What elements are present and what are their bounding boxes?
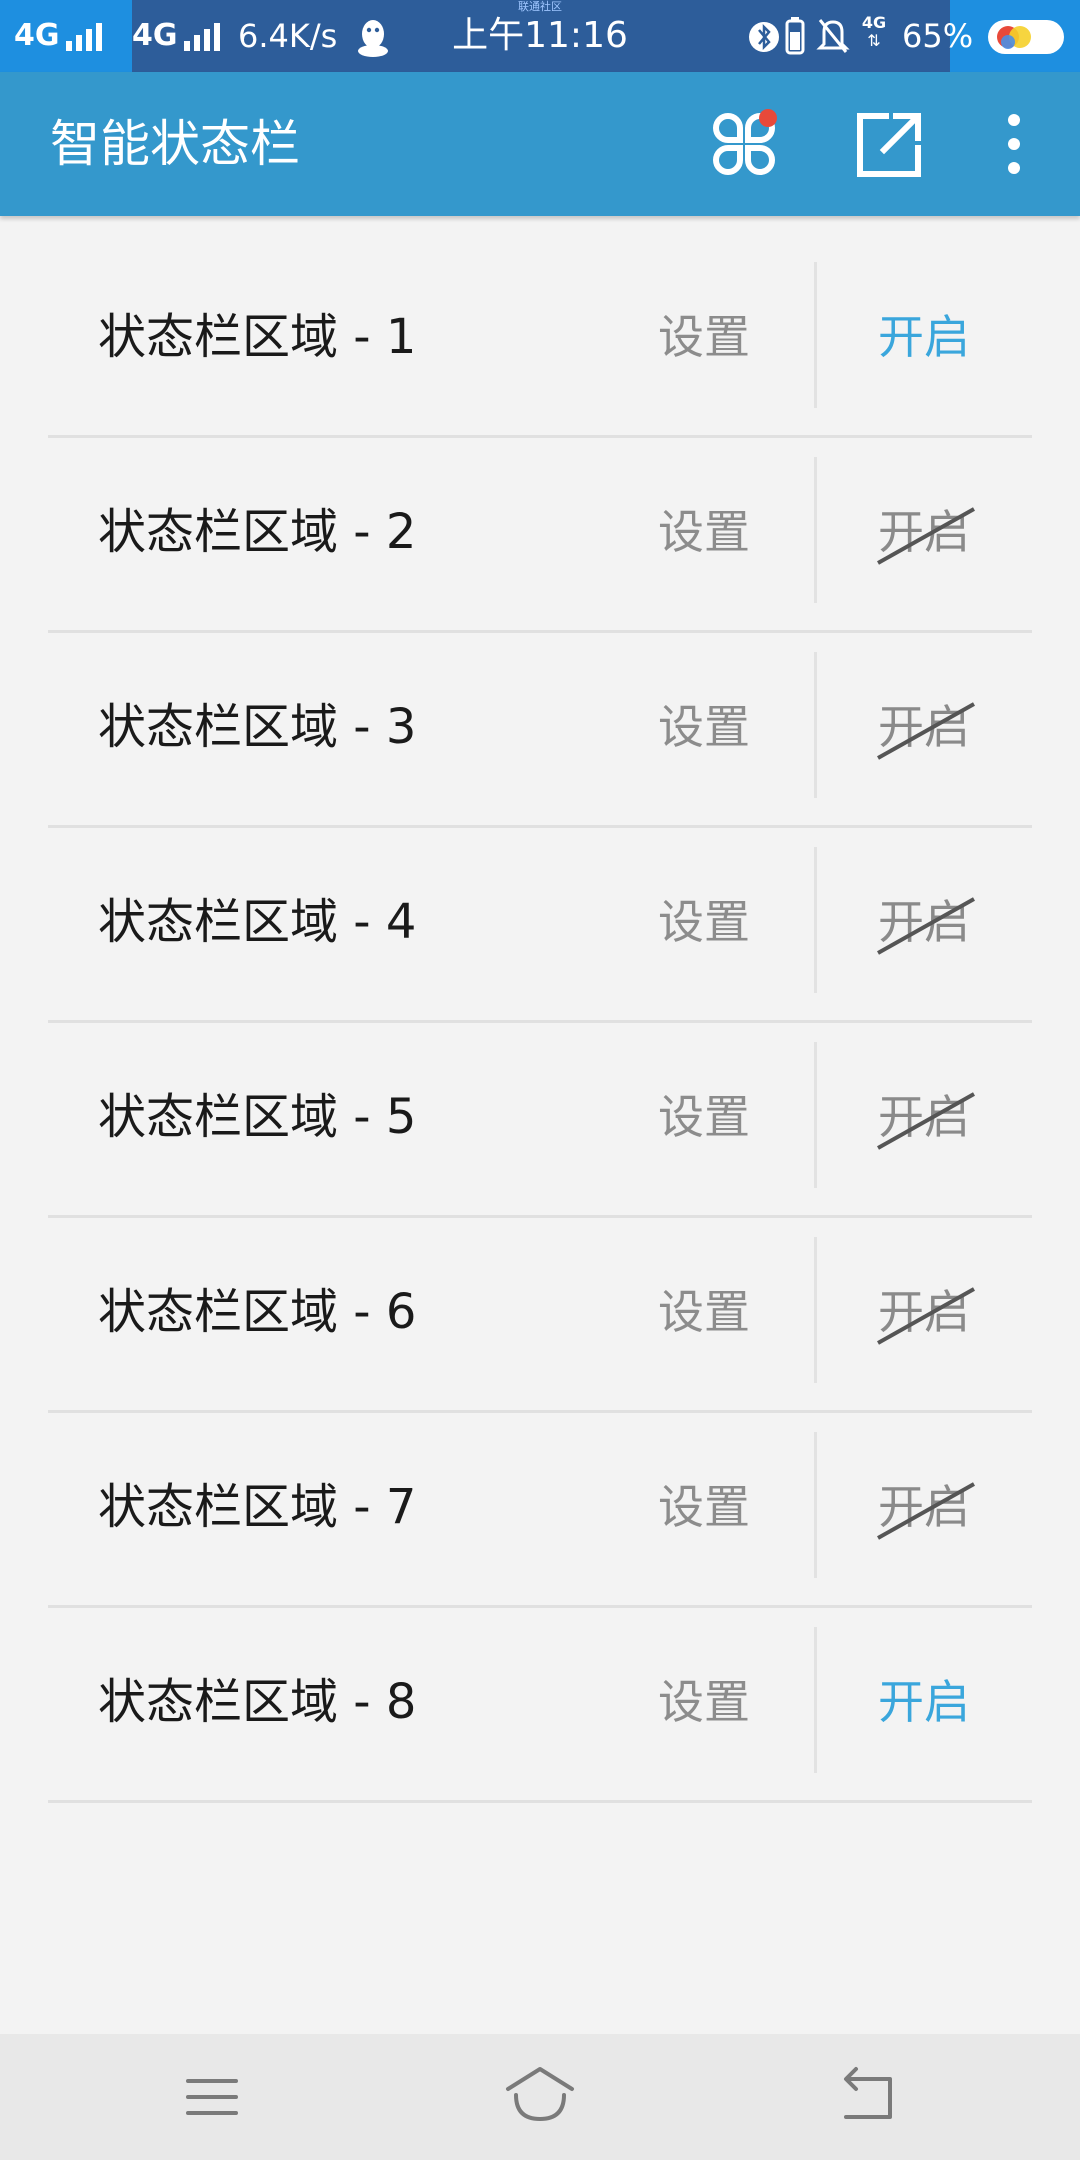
enable-toggle[interactable]: 开启 [877,1410,975,1605]
screen: 联通社区 4G 4G 6.4K/s 上午11:16 4G ⇅ 65% 智能状态栏… [0,0,1080,2160]
settings-button[interactable]: 设置 [658,435,750,630]
region-label: 状态栏区域 - 5 [98,1089,417,1145]
enable-toggle[interactable]: 开启 [878,1605,970,1800]
region-label: 状态栏区域 - 1 [98,309,417,365]
menu-icon [186,2079,238,2115]
battery-level: 65% [902,17,974,55]
divider [814,847,817,993]
region-label: 状态栏区域 - 6 [98,1284,417,1340]
app-bar: 智能状态栏 [0,72,1080,216]
region-label: 状态栏区域 - 8 [98,1674,417,1730]
bluetooth-icon [749,22,779,52]
list-item[interactable]: 状态栏区域 - 2 设置 开启 [48,435,1032,633]
back-icon [844,2067,892,2119]
settings-button[interactable]: 设置 [658,1020,750,1215]
more-options-button[interactable] [972,102,1056,186]
apps-icon [713,109,777,175]
divider [814,262,817,408]
settings-button[interactable]: 设置 [658,630,750,825]
list-item[interactable]: 状态栏区域 - 7 设置 开启 [48,1410,1032,1608]
back-button[interactable] [828,2057,908,2137]
region-label: 状态栏区域 - 7 [98,1479,417,1535]
list-item[interactable]: 状态栏区域 - 5 设置 开启 [48,1020,1032,1218]
enable-toggle[interactable]: 开启 [878,240,970,435]
menu-button[interactable] [172,2057,252,2137]
open-external-button[interactable] [846,102,930,186]
home-button[interactable] [500,2057,580,2137]
list-item[interactable]: 状态栏区域 - 1 设置 开启 [48,240,1032,438]
region-label: 状态栏区域 - 2 [98,504,417,560]
divider [814,1042,817,1188]
list-item[interactable]: 状态栏区域 - 4 设置 开启 [48,825,1032,1023]
enable-toggle[interactable]: 开启 [877,825,975,1020]
enable-toggle[interactable]: 开启 [877,435,975,630]
battery-saver-icon [785,17,805,55]
enable-toggle[interactable]: 开启 [877,1215,975,1410]
settings-button[interactable]: 设置 [658,1605,750,1800]
navigation-bar [0,2034,1080,2160]
divider [814,1237,817,1383]
page-title: 智能状态栏 [50,115,300,173]
home-icon [506,2067,574,2121]
enable-toggle[interactable]: 开启 [877,1020,975,1215]
divider [814,652,817,798]
enable-toggle[interactable]: 开启 [877,630,975,825]
divider [814,457,817,603]
divider [814,1432,817,1578]
region-label: 状态栏区域 - 4 [98,894,417,950]
apps-button[interactable] [702,102,786,186]
settings-button[interactable]: 设置 [658,1410,750,1605]
data-arrows-icon: 4G ⇅ [861,13,887,50]
settings-button[interactable]: 设置 [658,240,750,435]
system-status-bar: 联通社区 4G 4G 6.4K/s 上午11:16 4G ⇅ 65% [0,0,1080,72]
list-item[interactable]: 状态栏区域 - 6 设置 开启 [48,1215,1032,1413]
list-item[interactable]: 状态栏区域 - 3 设置 开启 [48,630,1032,828]
share-external-icon [857,113,921,177]
region-label: 状态栏区域 - 3 [98,699,417,755]
settings-button[interactable]: 设置 [658,825,750,1020]
settings-button[interactable]: 设置 [658,1215,750,1410]
more-vert-icon [1008,114,1020,174]
mute-icon [816,19,850,53]
toggle-icon [988,20,1064,54]
divider [814,1627,817,1773]
list-item[interactable]: 状态栏区域 - 8 设置 开启 [48,1605,1032,1803]
